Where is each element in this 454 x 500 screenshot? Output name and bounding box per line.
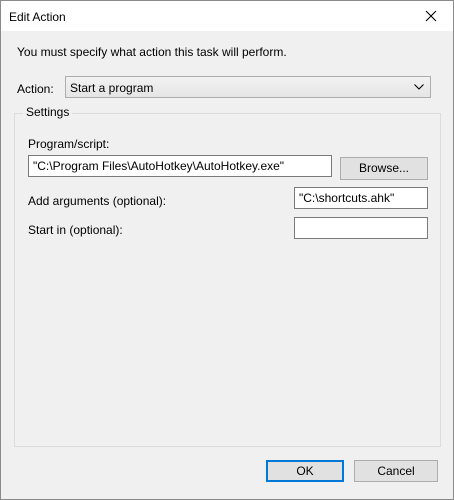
settings-legend: Settings [23,105,73,119]
action-dropdown[interactable]: Start a program [65,76,431,98]
ok-button[interactable]: OK [266,460,344,482]
edit-action-dialog: Edit Action You must specify what action… [0,0,454,500]
arguments-label: Add arguments (optional): [28,194,167,208]
close-icon [425,10,437,22]
program-script-input[interactable]: "C:\Program Files\AutoHotkey\AutoHotkey.… [28,155,332,177]
action-label: Action: [17,82,54,96]
start-in-label: Start in (optional): [28,223,123,237]
action-dropdown-value: Start a program [70,81,154,95]
title-bar: Edit Action [1,1,453,31]
arguments-input[interactable]: "C:\shortcuts.ahk" [294,187,428,209]
instruction-text: You must specify what action this task w… [17,45,287,59]
window-title: Edit Action [9,10,66,24]
start-in-input[interactable] [294,217,428,239]
chevron-down-icon [414,84,424,90]
program-script-label: Program/script: [28,137,110,151]
cancel-button[interactable]: Cancel [354,460,438,482]
close-button[interactable] [409,1,453,31]
browse-button[interactable]: Browse... [340,157,428,180]
